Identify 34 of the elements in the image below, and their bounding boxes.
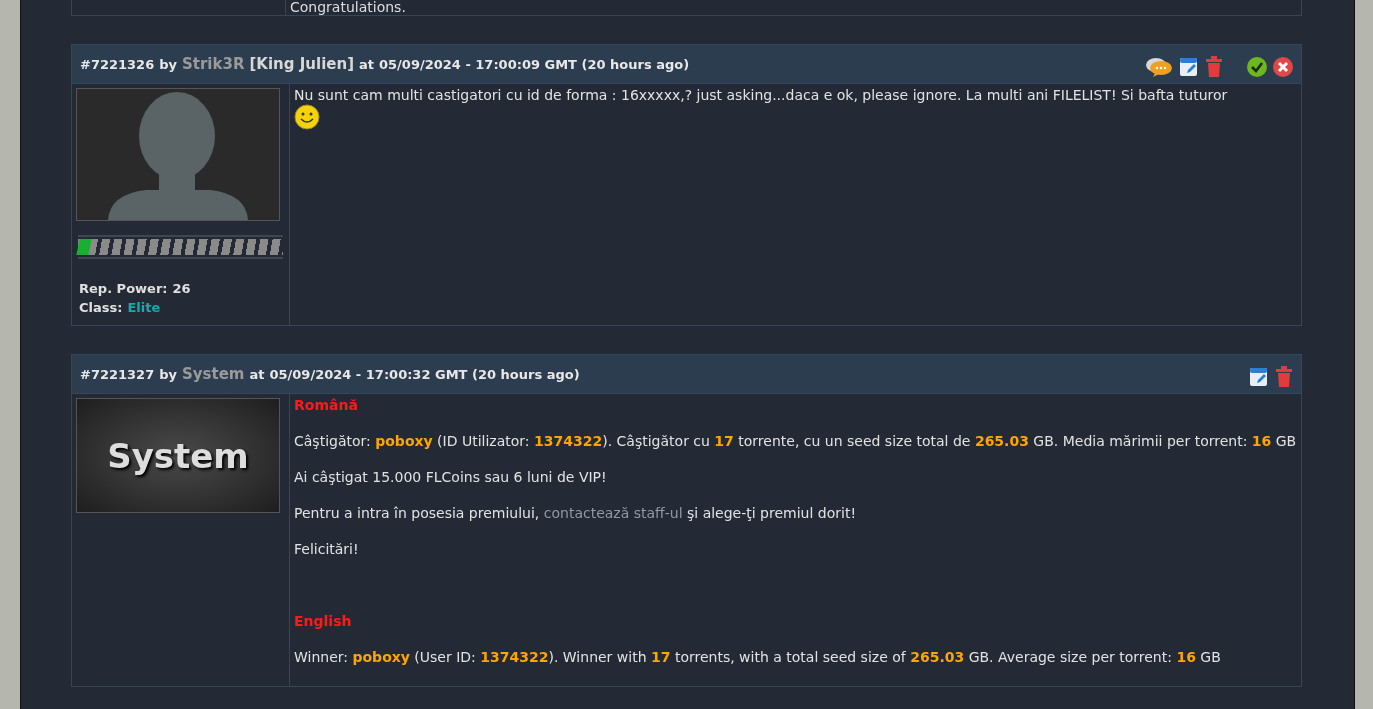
class-value: Elite xyxy=(127,300,161,315)
quote-bubble-icon[interactable] xyxy=(1145,56,1173,78)
smiley-icon xyxy=(294,104,320,130)
rep-power-value: 26 xyxy=(172,281,191,296)
edit-icon[interactable] xyxy=(1249,367,1269,387)
post-text: Câştigător: poboxy (ID Utilizator: 1374322). Câştigător cu 17 torrente, cu un seed size total de 265.03 GB. Media mărimii per torrent: 16 GB xyxy=(294,432,1297,450)
at-label: at xyxy=(249,367,265,382)
post-date: 05/09/2024 - 17:00:32 GMT (20 hours ago) xyxy=(269,367,580,382)
language-heading: Română xyxy=(294,396,359,414)
post-text: Ai câştigat 15.000 FLCoins sau 6 luni de VIP! xyxy=(294,468,608,486)
by-label: by xyxy=(159,57,177,72)
post-text: Winner: poboxy (User ID: 1374322). Winner with 17 torrents, with a total seed size of 265.03 GB. Average size per torrent: 16 GB xyxy=(294,648,1222,666)
checkmark-icon[interactable] xyxy=(1247,57,1267,77)
post-text: Nu sunt cam multi castigatori cu id de forma : 16xxxxx,? just asking...daca e ok, please ignore. La multi ani FILELIST! Si bafta tuturor xyxy=(294,86,1229,104)
language-heading: English xyxy=(294,612,353,630)
by-label: by xyxy=(159,367,177,382)
avatar-logo: System xyxy=(76,398,280,513)
at-label: at xyxy=(359,57,374,72)
edit-icon[interactable] xyxy=(1179,57,1199,77)
post-id: #7221327 xyxy=(80,367,155,382)
post-text: Felicitări! xyxy=(294,540,360,558)
author-link[interactable]: Strik3R xyxy=(182,55,245,73)
trash-icon[interactable] xyxy=(1275,366,1293,388)
close-icon[interactable] xyxy=(1273,57,1293,77)
post-text: Congratulations. xyxy=(290,0,406,15)
author-link[interactable]: System xyxy=(182,365,245,383)
post-id: #7221326 xyxy=(80,57,155,72)
contact-link[interactable]: contactează staff-ul xyxy=(543,505,683,521)
user-title: [King Julien] xyxy=(249,55,354,73)
rep-power-label: Rep. Power: xyxy=(79,281,168,296)
trash-icon[interactable] xyxy=(1205,56,1223,78)
post-date: 05/09/2024 - 17:00:09 GMT (20 hours ago) xyxy=(379,57,690,72)
class-label: Class: xyxy=(79,300,123,315)
post-text: Pentru a intra în posesia premiului, contactează staff-ul şi alege-ţi premiul dorit! xyxy=(294,504,857,522)
